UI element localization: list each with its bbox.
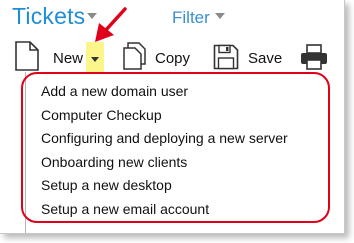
floppy-disk-icon[interactable] xyxy=(213,44,239,70)
printer-icon[interactable] xyxy=(300,44,328,70)
copy-button[interactable]: Copy xyxy=(155,50,190,67)
annotation-highlight xyxy=(21,72,330,223)
save-button[interactable]: Save xyxy=(248,50,282,67)
filter-button[interactable]: Filter xyxy=(172,8,210,28)
new-dropdown-toggle[interactable] xyxy=(86,42,104,72)
new-document-icon[interactable] xyxy=(14,41,40,71)
filter-chevron-down-icon[interactable] xyxy=(215,13,225,19)
tickets-panel: Tickets Filter New Copy Save Add a new d… xyxy=(0,0,345,234)
red-arrow-icon xyxy=(95,7,127,42)
copy-icon[interactable] xyxy=(122,42,146,70)
new-button[interactable]: New xyxy=(53,50,83,67)
page-title[interactable]: Tickets xyxy=(12,3,85,30)
chevron-down-icon[interactable] xyxy=(91,57,99,62)
